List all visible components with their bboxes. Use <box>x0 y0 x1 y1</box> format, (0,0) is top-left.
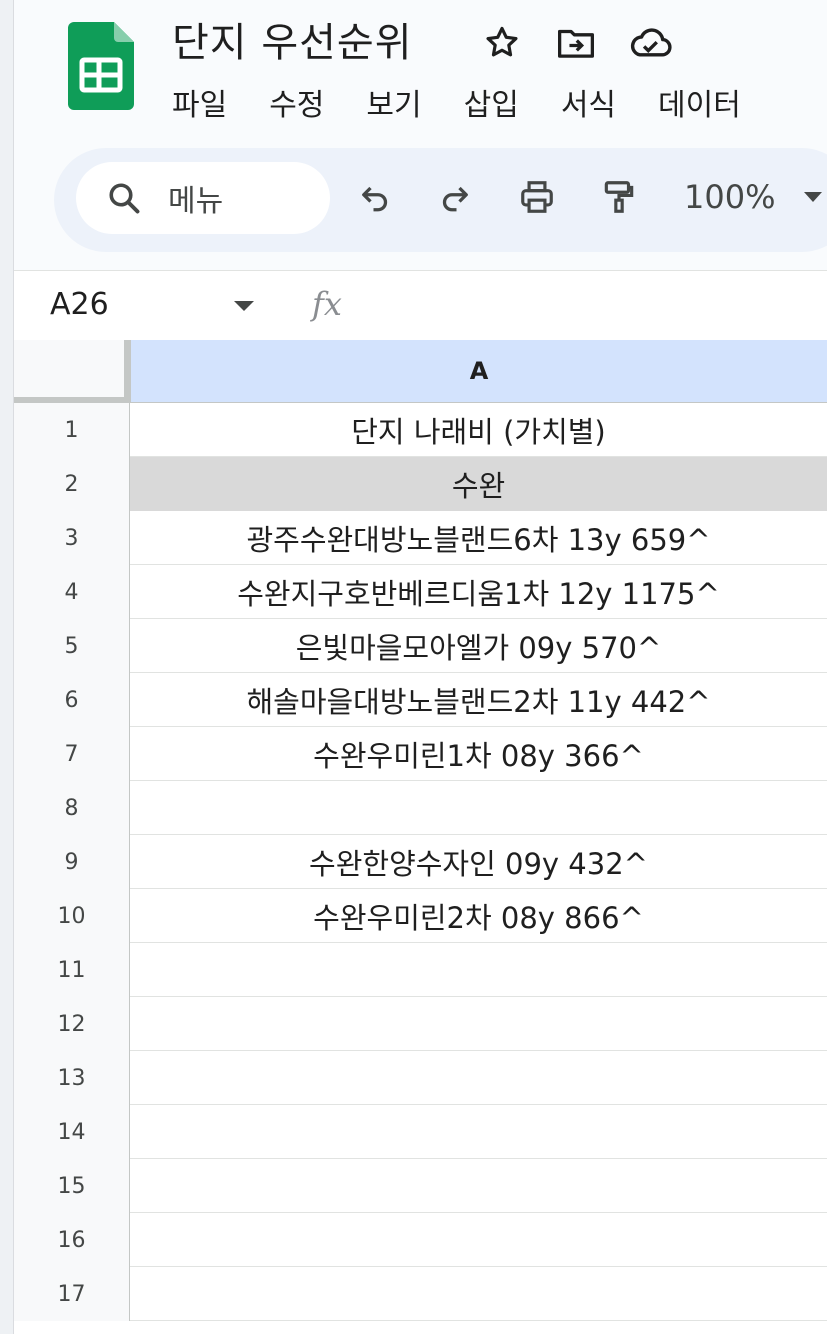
print-icon <box>521 181 553 213</box>
column-header-a[interactable]: A <box>130 340 827 403</box>
menu-data[interactable]: 데이터 <box>658 80 741 124</box>
table-row: 5 은빛마을모아엘가 09y 570^ <box>14 619 827 673</box>
table-row: 2 수완 <box>14 457 827 511</box>
table-row: 11 <box>14 943 827 997</box>
name-box[interactable]: A26 <box>50 287 109 322</box>
row-header[interactable]: 14 <box>14 1105 130 1159</box>
table-row: 3 광주수완대방노블랜드6차 13y 659^ <box>14 511 827 565</box>
move-to-folder-icon[interactable] <box>554 22 598 64</box>
table-row: 15 <box>14 1159 827 1213</box>
row-header[interactable]: 9 <box>14 835 130 889</box>
undo-icon <box>362 186 388 212</box>
grid-cell[interactable] <box>130 1213 827 1267</box>
app-header: 단지 우선순위 파일 수정 보기 삽입 서식 데이터 <box>14 0 827 140</box>
undo-button[interactable] <box>350 172 400 222</box>
table-row: 6 해솔마을대방노블랜드2차 11y 442^ <box>14 673 827 727</box>
grid-rows: 1 단지 나래비 (가치별) 2 수완 3 광주수완대방노블랜드6차 13y 659^ 4 수… <box>14 403 827 1321</box>
search-icon <box>109 183 140 214</box>
table-row: 13 <box>14 1051 827 1105</box>
redo-icon <box>442 186 468 212</box>
grid-cell[interactable] <box>130 1159 827 1213</box>
grid-cell[interactable]: 수완지구호반베르디움1차 12y 1175^ <box>130 565 827 619</box>
table-row: 17 <box>14 1267 827 1321</box>
row-header[interactable]: 10 <box>14 889 130 943</box>
row-header[interactable]: 5 <box>14 619 130 673</box>
table-row: 10 수완우미린2차 08y 866^ <box>14 889 827 943</box>
spreadsheet-grid: A 1 단지 나래비 (가치별) 2 수완 3 광주수완대방노블랜드6차 13y 659^… <box>14 340 827 1334</box>
row-header[interactable]: 2 <box>14 457 130 511</box>
row-header[interactable]: 1 <box>14 403 130 457</box>
paint-format-button[interactable] <box>594 172 644 222</box>
document-title[interactable]: 단지 우선순위 <box>172 10 413 68</box>
zoom-chevron-down-icon[interactable] <box>804 192 822 202</box>
menu-search-box[interactable]: 메뉴 <box>76 162 330 234</box>
table-row: 8 <box>14 781 827 835</box>
cloud-status-icon[interactable] <box>628 22 672 64</box>
print-button[interactable] <box>512 172 562 222</box>
table-row: 12 <box>14 997 827 1051</box>
toolbar: 메뉴 100% <box>54 148 827 252</box>
left-edge-strip <box>0 0 14 1334</box>
formula-bar: A26 fx <box>14 270 827 340</box>
table-row: 9 수완한양수자인 09y 432^ <box>14 835 827 889</box>
row-header[interactable]: 13 <box>14 1051 130 1105</box>
paint-format-icon <box>604 181 634 213</box>
zoom-select[interactable]: 100% <box>684 178 775 216</box>
grid-cell[interactable] <box>130 1051 827 1105</box>
row-header[interactable]: 11 <box>14 943 130 997</box>
grid-cell[interactable] <box>130 1105 827 1159</box>
menu-format[interactable]: 서식 <box>561 80 616 124</box>
grid-cell[interactable]: 은빛마을모아엘가 09y 570^ <box>130 619 827 673</box>
sheets-logo-icon[interactable] <box>68 22 134 110</box>
select-all-corner[interactable] <box>14 340 130 403</box>
row-header[interactable]: 8 <box>14 781 130 835</box>
row-header[interactable]: 17 <box>14 1267 130 1321</box>
row-header[interactable]: 16 <box>14 1213 130 1267</box>
menu-file[interactable]: 파일 <box>172 80 227 124</box>
table-row: 7 수완우미린1차 08y 366^ <box>14 727 827 781</box>
grid-cell[interactable]: 수완 <box>130 457 827 511</box>
row-header[interactable]: 15 <box>14 1159 130 1213</box>
table-row: 16 <box>14 1213 827 1267</box>
fx-icon: fx <box>312 285 342 323</box>
menu-edit[interactable]: 수정 <box>269 80 324 124</box>
row-header[interactable]: 6 <box>14 673 130 727</box>
title-icons <box>480 22 672 64</box>
grid-cell[interactable]: 해솔마을대방노블랜드2차 11y 442^ <box>130 673 827 727</box>
redo-button[interactable] <box>430 172 480 222</box>
star-icon[interactable] <box>480 22 524 64</box>
table-row: 4 수완지구호반베르디움1차 12y 1175^ <box>14 565 827 619</box>
table-row: 14 <box>14 1105 827 1159</box>
row-header[interactable]: 7 <box>14 727 130 781</box>
grid-cell[interactable] <box>130 943 827 997</box>
grid-cell[interactable]: 단지 나래비 (가치별) <box>130 403 827 457</box>
row-header[interactable]: 4 <box>14 565 130 619</box>
grid-cell[interactable] <box>130 781 827 835</box>
grid-cell[interactable]: 수완우미린1차 08y 366^ <box>130 727 827 781</box>
row-header[interactable]: 12 <box>14 997 130 1051</box>
grid-cell[interactable] <box>130 1267 827 1321</box>
menu-view[interactable]: 보기 <box>366 80 421 124</box>
name-box-chevron-down-icon[interactable] <box>234 301 254 311</box>
menu-insert[interactable]: 삽입 <box>464 80 519 124</box>
menu-bar: 파일 수정 보기 삽입 서식 데이터 <box>172 80 741 124</box>
grid-cell[interactable]: 수완우미린2차 08y 866^ <box>130 889 827 943</box>
grid-cell[interactable] <box>130 997 827 1051</box>
row-header[interactable]: 3 <box>14 511 130 565</box>
grid-cell[interactable]: 광주수완대방노블랜드6차 13y 659^ <box>130 511 827 565</box>
table-row: 1 단지 나래비 (가치별) <box>14 403 827 457</box>
grid-cell[interactable]: 수완한양수자인 09y 432^ <box>130 835 827 889</box>
search-label: 메뉴 <box>168 184 224 219</box>
